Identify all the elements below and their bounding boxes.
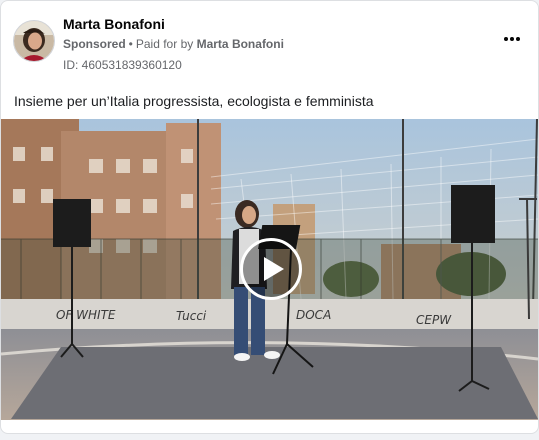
play-button[interactable] xyxy=(240,238,302,300)
ellipsis-icon-dot xyxy=(503,37,508,41)
svg-text:DOCA: DOCA xyxy=(296,308,331,322)
sponsored-post-card: Marta Bonafoni Sponsored • Paid for by Mar… xyxy=(0,0,539,434)
paid-for-name: Marta Bonafoni xyxy=(196,37,284,51)
more-options-button[interactable] xyxy=(498,29,526,49)
post-caption: Insieme per un’Italia progressista, ecol… xyxy=(14,93,374,109)
svg-text:CEPW: CEPW xyxy=(416,313,452,327)
ad-id: ID: 460531839360120 xyxy=(63,58,182,72)
post-header: Marta Bonafoni Sponsored • Paid for by Mar… xyxy=(13,13,526,73)
ellipsis-icon-dot xyxy=(516,37,521,41)
sponsored-label: Sponsored xyxy=(63,37,126,51)
avatar-image xyxy=(14,21,54,61)
post-meta: Marta Bonafoni Sponsored • Paid for by Mar… xyxy=(63,13,284,74)
play-icon xyxy=(264,257,284,281)
ellipsis-icon-dot xyxy=(510,37,514,41)
paid-for-prefix: Paid for by xyxy=(135,37,194,51)
video-player[interactable]: OF WHITE Tucci DOCA CEPW xyxy=(1,119,538,420)
separator-dot: • xyxy=(128,37,133,51)
author-name[interactable]: Marta Bonafoni xyxy=(63,14,284,34)
sponsored-line: Sponsored • Paid for by Marta Bonafoni xyxy=(63,35,284,53)
svg-text:Tucci: Tucci xyxy=(176,309,207,323)
svg-text:OF WHITE: OF WHITE xyxy=(56,308,116,322)
avatar[interactable] xyxy=(13,20,55,62)
